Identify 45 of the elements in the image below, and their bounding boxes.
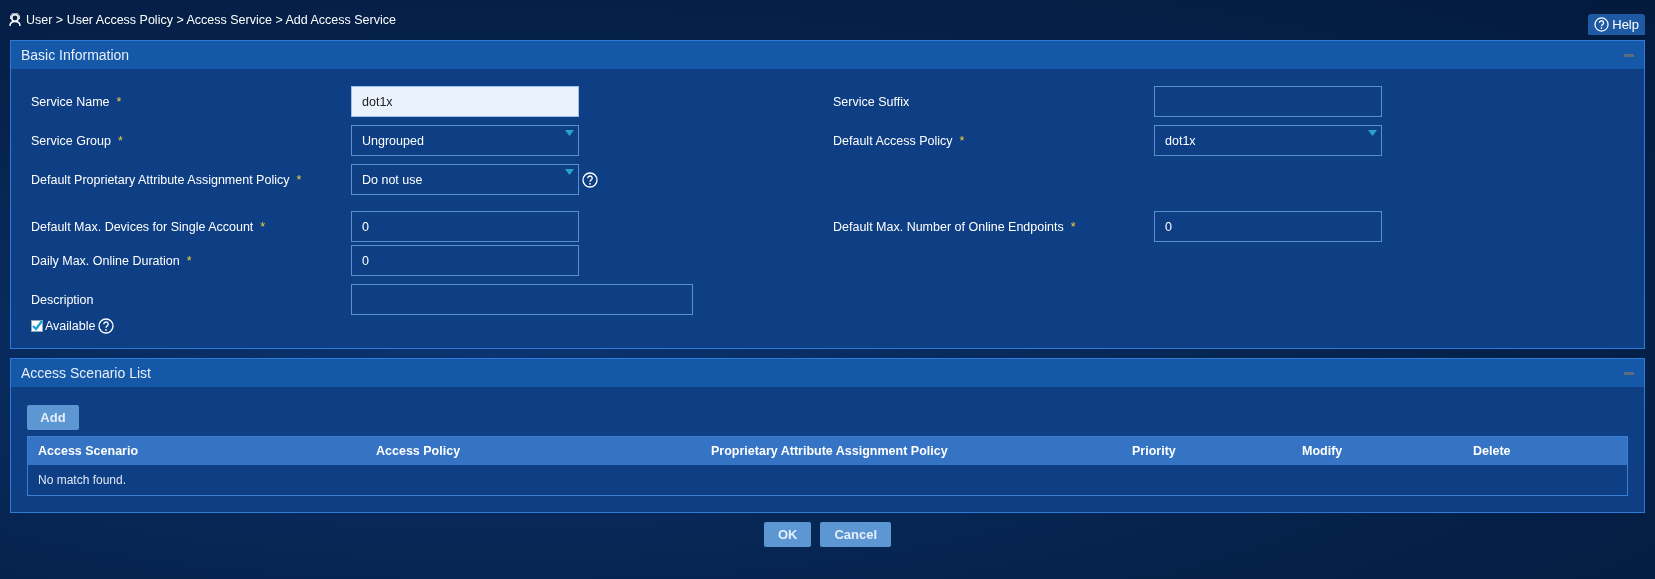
checkbox[interactable]	[31, 320, 43, 332]
field-label: Service Name	[31, 94, 110, 109]
dropdown[interactable]: dot1x	[1154, 125, 1382, 156]
column-header: Modify	[1301, 444, 1344, 458]
input-field[interactable]: 0	[351, 245, 579, 276]
required-mark: *	[117, 133, 123, 148]
empty-message: No match found.	[37, 472, 128, 489]
field-label: Default Access Policy	[833, 133, 953, 148]
field-label: Service Group	[31, 133, 111, 148]
help-icon[interactable]	[97, 318, 114, 334]
column-header: Priority	[1131, 444, 1177, 458]
required-mark: *	[959, 133, 965, 148]
dropdown[interactable]: Do not use	[351, 164, 579, 195]
dropdown[interactable]: Ungrouped	[351, 125, 579, 156]
column-header: Access Scenario	[37, 444, 140, 458]
help-icon	[1594, 16, 1610, 32]
field-label: Daily Max. Online Duration	[31, 253, 180, 268]
required-mark: *	[1070, 219, 1076, 234]
required-mark: *	[260, 219, 266, 234]
user-headset-icon	[8, 13, 22, 27]
input-field[interactable]: 0	[351, 211, 579, 242]
column-header: Delete	[1472, 444, 1512, 458]
column-header: Proprietary Attribute Assignment Policy	[710, 444, 949, 458]
help-icon[interactable]	[582, 171, 598, 188]
required-mark: *	[296, 172, 302, 187]
required-mark: *	[116, 94, 122, 109]
field-label: Service Suffix	[833, 94, 910, 109]
input-field[interactable]: dot1x	[351, 86, 579, 117]
dropdown-caret-icon	[565, 130, 574, 136]
input-field[interactable]	[1154, 86, 1382, 117]
column-header: Access Policy	[375, 444, 462, 458]
field-label: Default Max. Devices for Single Account	[31, 219, 254, 234]
help-button[interactable]: Help	[1588, 13, 1645, 35]
input-field[interactable]	[351, 284, 693, 315]
input-field[interactable]: 0	[1154, 211, 1382, 242]
panel-title: Basic Information	[21, 47, 130, 63]
breadcrumb: User > User Access Policy > Access Service > Add Access Service	[26, 13, 396, 27]
required-mark: *	[186, 253, 192, 268]
field-label: Description	[31, 292, 94, 307]
dropdown-caret-icon	[1368, 130, 1377, 136]
dropdown-caret-icon	[565, 169, 574, 175]
panel-title: Access Scenario List	[21, 365, 151, 381]
field-label: Default Max. Number of Online Endpoints	[833, 219, 1064, 234]
field-label: Default Proprietary Attribute Assignment Policy	[31, 172, 290, 187]
checkbox-label: Available	[45, 319, 96, 333]
